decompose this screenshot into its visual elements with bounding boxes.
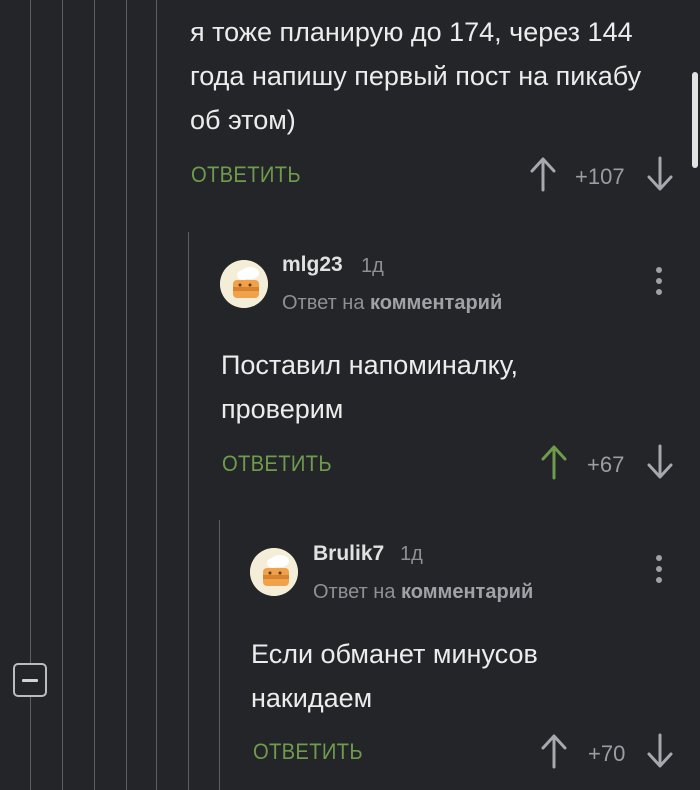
score: +70 [588,741,626,766]
chef-avatar-icon [250,548,298,596]
score: +67 [587,452,625,477]
vote-controls: +107 [525,156,685,196]
reply-button[interactable]: ОТВЕТИТЬ [253,739,363,765]
username[interactable]: Brulik7 [313,542,384,566]
timestamp: 1д [400,543,423,565]
arrow-up-icon[interactable] [539,733,569,769]
thread-line-3 [94,0,95,790]
reply-to-line: Ответ на комментарий [313,581,533,604]
timestamp: 1д [361,255,384,277]
arrow-down-icon[interactable] [645,444,675,480]
vertical-dots-icon[interactable] [654,266,664,296]
comment-text: Поставил напоминалку, проверим [221,350,518,424]
arrow-down-icon[interactable] [645,733,675,769]
username[interactable]: mlg23 [282,253,343,277]
reply-to-prefix: Ответ на [282,292,365,314]
comment-text: я тоже планирую до 174, через 144 года н… [190,17,642,135]
avatar[interactable] [220,260,268,308]
reply-button[interactable]: ОТВЕТИТЬ [222,451,332,477]
thread-branch-2 [219,520,220,790]
collapse-thread-button[interactable] [13,663,47,697]
score: +107 [575,164,625,189]
chef-avatar-icon [220,260,268,308]
thread-branch-1 [188,232,189,790]
thread-line-4 [126,0,127,790]
scrollbar-thumb[interactable] [692,72,698,168]
reply-to-link[interactable]: комментарий [401,581,533,603]
reply-to-link[interactable]: комментарий [370,292,502,314]
thread-line-2 [62,0,63,790]
reply-to-line: Ответ на комментарий [282,292,502,315]
arrow-down-icon[interactable] [645,156,675,192]
minus-square-icon [22,678,38,682]
arrow-up-icon[interactable] [539,444,569,480]
reply-to-prefix: Ответ на [313,581,396,603]
thread-line-5 [156,0,157,790]
reply-button[interactable]: ОТВЕТИТЬ [191,162,301,188]
vote-controls: +67 [536,444,686,484]
avatar[interactable] [250,548,298,596]
comment-text: Если обманет минусов накидаем [251,639,538,713]
vertical-dots-icon[interactable] [654,554,664,584]
arrow-up-icon[interactable] [528,156,558,192]
vote-controls: +70 [537,733,687,773]
